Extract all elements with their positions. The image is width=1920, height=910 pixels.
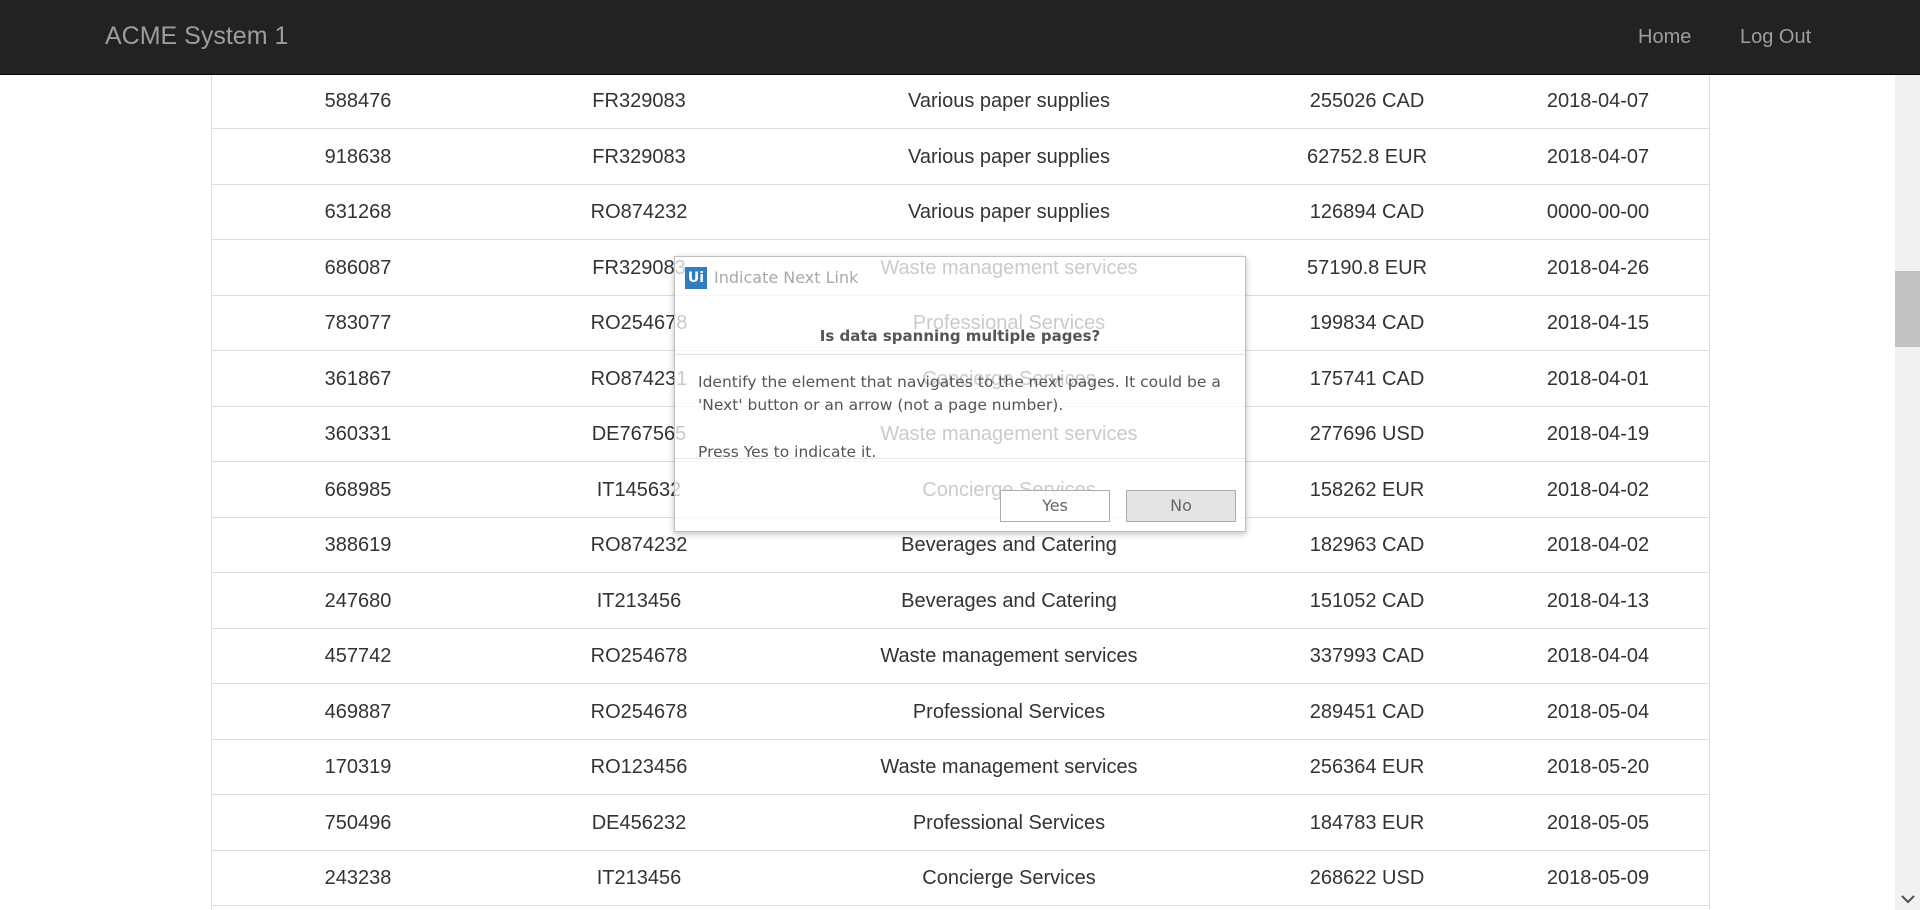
date-cell: 2018-04-01 — [1546, 367, 1650, 390]
invoice-number-cell: 750496 — [324, 811, 392, 834]
vendor-tax-id-cell: RO874232 — [590, 201, 688, 223]
date-cell: 2018-04-07 — [1546, 145, 1650, 168]
brand-title[interactable]: ACME System 1 — [105, 21, 288, 51]
dialog-title: Indicate Next Link — [714, 268, 859, 287]
invoice-number-cell: 170319 — [324, 756, 392, 778]
date-cell: 2018-04-02 — [1546, 478, 1650, 501]
dialog-body-text: Identify the element that navigates to t… — [698, 373, 1221, 414]
amount-cell: 182963 CAD — [1309, 534, 1425, 556]
invoice-number-cell: 783077 — [324, 312, 392, 334]
table-row: 243238 IT213456 Concierge Services 268622 U… — [212, 851, 1709, 906]
date-cell: 2018-04-19 — [1546, 423, 1650, 445]
date-cell: 2018-04-02 — [1546, 534, 1650, 556]
date-cell: 2018-05-09 — [1546, 867, 1650, 889]
amount-cell: 268622 USD — [1309, 867, 1425, 889]
nav-logout-link[interactable]: Log Out — [1740, 24, 1811, 50]
vendor-tax-id-cell: RO123456 — [590, 756, 688, 778]
navbar: ACME System 1 Home Log Out — [0, 0, 1920, 75]
description-cell: Various paper supplies — [908, 201, 1110, 223]
yes-button[interactable]: Yes — [1000, 490, 1110, 522]
amount-cell: 337993 CAD — [1309, 645, 1425, 667]
invoice-number-cell: 631268 — [324, 201, 392, 223]
table-row: 631268 RO874232 Various paper supplies 1268… — [212, 185, 1709, 240]
invoice-number-cell: 388619 — [324, 534, 392, 556]
invoice-number-cell: 588476 — [324, 90, 392, 112]
vertical-scrollbar[interactable] — [1895, 75, 1920, 910]
nav-home-link[interactable]: Home — [1638, 24, 1691, 50]
table-row: 247680 IT213456 Beverages and Catering 1510… — [212, 574, 1709, 629]
indicate-next-link-dialog: Ui Indicate Next Link Is data spanning m… — [674, 256, 1246, 532]
invoice-number-cell: 918638 — [324, 145, 392, 168]
table-row: 918638 FR329083 Various paper supplies 6275… — [212, 130, 1709, 185]
date-cell: 2018-04-15 — [1546, 312, 1650, 334]
no-button[interactable]: No — [1126, 490, 1236, 522]
scrollbar-thumb[interactable] — [1895, 271, 1920, 347]
invoice-number-cell: 247680 — [324, 589, 392, 612]
vendor-tax-id-cell: FR329083 — [592, 145, 686, 168]
vendor-tax-id-cell: IT213456 — [596, 867, 682, 889]
table-row: 170319 RO123456 Waste management services 2… — [212, 740, 1709, 795]
invoice-number-cell: 243238 — [324, 867, 392, 889]
date-cell: 2018-05-04 — [1546, 700, 1650, 723]
scroll-down-arrow-icon[interactable] — [1895, 888, 1920, 910]
description-cell: Beverages and Catering — [901, 589, 1117, 612]
date-cell: 2018-05-05 — [1546, 811, 1650, 834]
description-cell: Various paper supplies — [908, 90, 1110, 112]
description-cell: Concierge Services — [922, 867, 1096, 889]
description-cell: Professional Services — [912, 811, 1106, 834]
dialog-divider — [675, 354, 1245, 355]
amount-cell: 158262 EUR — [1309, 478, 1425, 501]
dialog-question: Is data spanning multiple pages? — [819, 327, 1101, 345]
date-cell: 2018-04-07 — [1546, 90, 1650, 112]
amount-cell: 277696 USD — [1309, 423, 1425, 445]
vendor-tax-id-cell: IT213456 — [596, 589, 682, 612]
invoice-number-cell: 457742 — [324, 645, 392, 667]
amount-cell: 184783 EUR — [1309, 811, 1425, 834]
invoice-number-cell: 360331 — [324, 423, 392, 445]
description-cell: Waste management services — [880, 645, 1138, 667]
vendor-tax-id-cell: FR329083 — [592, 90, 686, 112]
amount-cell: 126894 CAD — [1309, 201, 1425, 223]
vendor-tax-id-cell: RO254678 — [590, 645, 688, 667]
date-cell: 2018-05-20 — [1546, 756, 1650, 778]
table-row: 457742 RO254678 Waste management services 3… — [212, 629, 1709, 684]
vendor-tax-id-cell: RO254678 — [590, 700, 688, 723]
date-cell: 2018-04-04 — [1546, 645, 1650, 667]
date-cell: 2018-04-13 — [1546, 589, 1650, 612]
amount-cell: 199834 CAD — [1309, 312, 1425, 334]
description-cell: Various paper supplies — [908, 145, 1110, 168]
amount-cell: 175741 CAD — [1309, 367, 1425, 390]
amount-cell: 62752.8 EUR — [1306, 145, 1428, 168]
amount-cell: 57190.8 EUR — [1306, 256, 1428, 279]
invoice-number-cell: 361867 — [324, 367, 392, 390]
amount-cell: 255026 CAD — [1309, 90, 1425, 112]
table-row: 750496 DE456232 Professional Services 18478… — [212, 796, 1709, 851]
date-cell: 0000-00-00 — [1546, 201, 1650, 223]
invoice-number-cell: 469887 — [324, 700, 392, 723]
invoice-number-cell: 668985 — [324, 478, 392, 501]
dialog-instruction-text: Press Yes to indicate it. — [698, 443, 877, 461]
invoice-number-cell: 686087 — [324, 256, 392, 279]
uipath-logo-icon: Ui — [685, 267, 707, 289]
amount-cell: 256364 EUR — [1309, 756, 1425, 778]
description-cell: Waste management services — [880, 756, 1138, 778]
date-cell: 2018-04-26 — [1546, 256, 1650, 279]
description-cell: Professional Services — [912, 700, 1106, 723]
amount-cell: 151052 CAD — [1309, 589, 1425, 612]
table-row: 469887 RO254678 Professional Services 28945… — [212, 685, 1709, 740]
amount-cell: 289451 CAD — [1309, 700, 1425, 723]
vendor-tax-id-cell: DE456232 — [591, 811, 687, 834]
table-row: 588476 FR329083 Various paper supplies 2550… — [212, 74, 1709, 129]
dialog-footer-divider — [675, 458, 1245, 459]
